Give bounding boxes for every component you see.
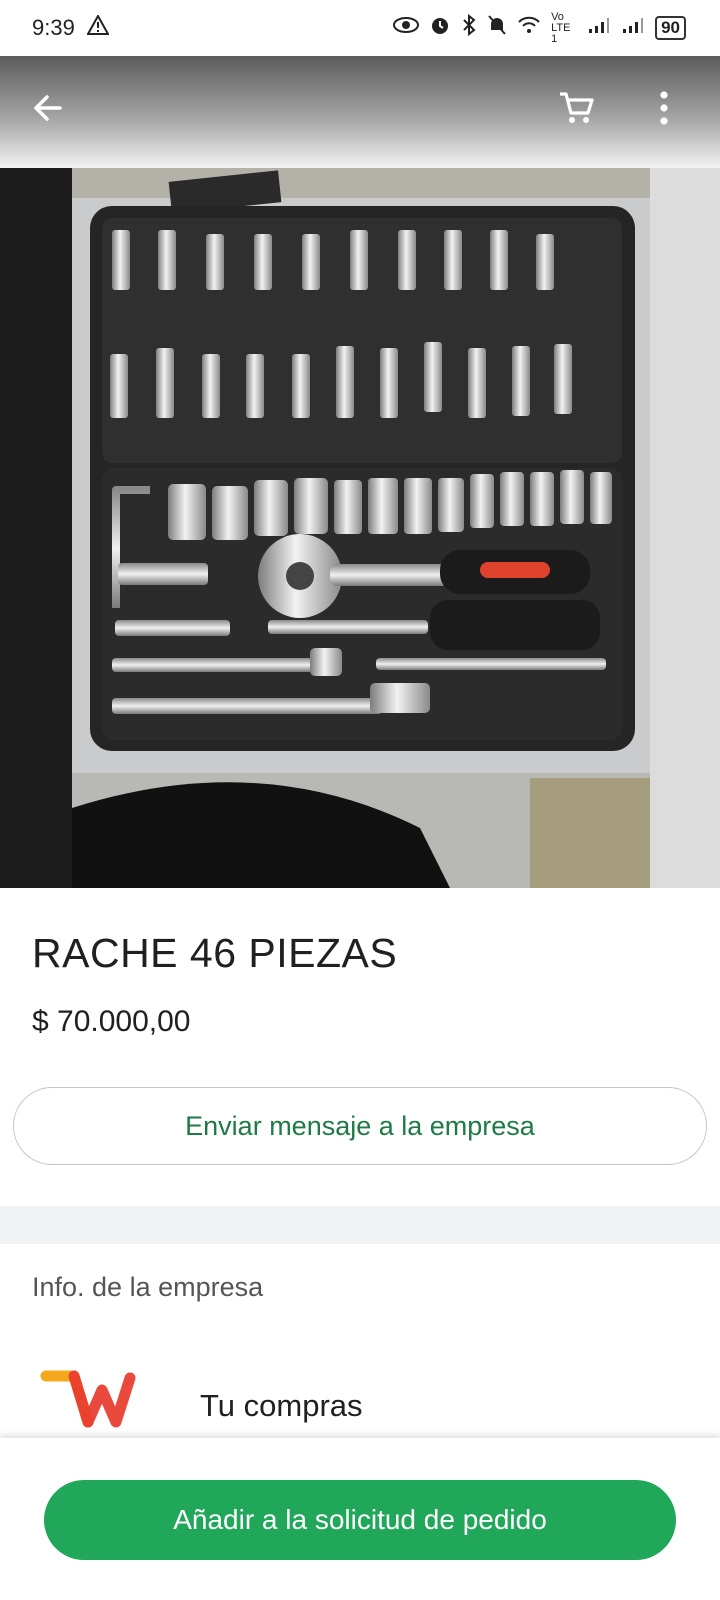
more-options-button[interactable] — [636, 82, 692, 138]
more-vert-icon — [658, 90, 670, 131]
back-button[interactable] — [20, 82, 76, 138]
status-time: 9:39 — [32, 15, 75, 40]
app-toolbar — [0, 56, 720, 168]
status-right: Vo LTE 1 90 — [393, 10, 686, 45]
product-title: RACHE 46 PIEZAS — [32, 930, 398, 976]
cart-icon — [557, 89, 595, 132]
cart-button[interactable] — [548, 82, 604, 138]
warning-icon — [86, 13, 110, 41]
network-label: Vo LTE 1 — [551, 10, 571, 45]
battery-indicator: 90 — [655, 16, 686, 40]
signal-icon-2 — [621, 16, 645, 40]
bluetooth-icon — [461, 13, 477, 42]
company-logo — [40, 1364, 140, 1450]
status-bar: 9:39 Vo LTE 1 90 — [0, 0, 720, 56]
message-company-button[interactable]: Enviar mensaje a la empresa — [13, 1087, 707, 1165]
bottom-action-bar: Añadir a la solicitud de pedido — [0, 1438, 720, 1600]
company-name: Tu compras — [200, 1388, 363, 1423]
product-image[interactable] — [0, 168, 720, 888]
status-left: 9:39 — [32, 13, 110, 41]
wifi-icon — [517, 15, 541, 41]
arrow-left-icon — [30, 90, 66, 131]
product-price: $ 70.000,00 — [32, 1005, 191, 1038]
add-to-order-button[interactable]: Añadir a la solicitud de pedido — [44, 1480, 676, 1560]
section-divider — [0, 1206, 720, 1244]
mute-icon — [487, 14, 507, 42]
product-photo — [0, 168, 720, 888]
company-info-heading: Info. de la empresa — [32, 1272, 264, 1302]
alarm-icon — [429, 14, 451, 42]
signal-icon — [587, 16, 611, 40]
eye-icon — [393, 16, 420, 40]
